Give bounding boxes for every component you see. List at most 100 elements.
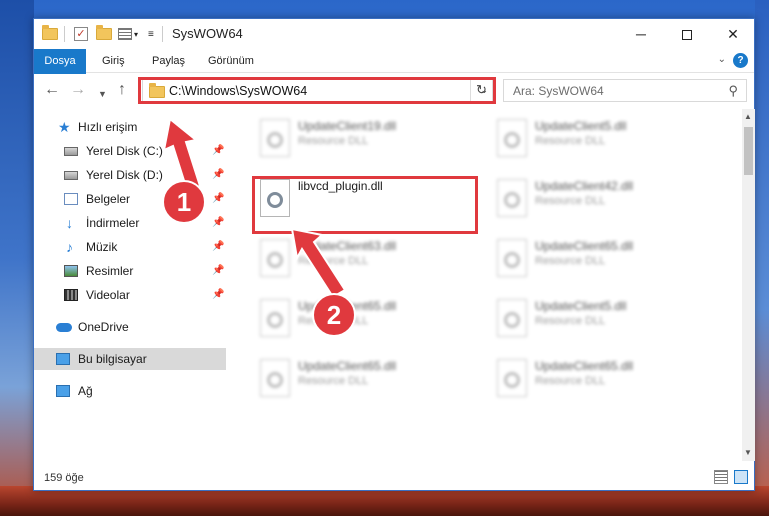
close-button[interactable]: ✕: [710, 19, 756, 49]
file-type: Resource DLL: [535, 135, 606, 147]
star-icon: ★: [58, 119, 71, 135]
scroll-thumb[interactable]: [744, 127, 753, 175]
sidebar-item-this-pc[interactable]: Bu bilgisayar: [34, 348, 226, 370]
file-highlight-box: [252, 176, 478, 234]
file-item[interactable]: UpdateClient65.dll Resource DLL: [250, 355, 470, 405]
new-folder-icon[interactable]: [96, 25, 112, 43]
pin-icon[interactable]: 📌: [212, 140, 224, 162]
scroll-down-icon[interactable]: ▼: [744, 448, 752, 457]
documents-icon: [64, 193, 78, 205]
sidebar-item-label: Yerel Disk (D:): [86, 168, 163, 182]
download-icon: ↓: [66, 215, 73, 231]
dll-file-icon: [497, 119, 527, 157]
sidebar-item-label: Belgeler: [86, 192, 131, 206]
file-name: UpdateClient5.dll: [535, 299, 627, 313]
tab-share[interactable]: Paylaş: [152, 49, 185, 73]
dll-file-icon: [260, 299, 290, 337]
pin-icon[interactable]: 📌: [212, 260, 224, 282]
status-bar: 159 öğe: [34, 466, 754, 490]
sidebar-item-onedrive[interactable]: OneDrive: [34, 316, 226, 338]
file-name: UpdateClient19.dll: [298, 119, 397, 133]
rename-icon[interactable]: [118, 25, 132, 43]
sidebar-item-network[interactable]: Ağ: [34, 380, 226, 402]
sidebar-item-disk-c[interactable]: Yerel Disk (C:) 📌: [34, 140, 226, 162]
forward-button[interactable]: →: [70, 82, 86, 98]
sidebar-item-label: Resimler: [86, 264, 134, 278]
details-view-icon[interactable]: [714, 470, 728, 484]
file-item[interactable]: UpdateClient5.dll Resource DLL: [487, 295, 707, 345]
pin-icon[interactable]: 📌: [212, 188, 224, 210]
sidebar-item-label: Bu bilgisayar: [78, 352, 147, 366]
scroll-up-icon[interactable]: ▲: [744, 112, 752, 121]
customize-qat-icon[interactable]: ▾: [134, 25, 138, 43]
sidebar-item-label: Hızlı erişim: [78, 120, 138, 134]
file-type: Resource DLL: [535, 315, 606, 327]
navigation-pane: ★ Hızlı erişim Yerel Disk (C:) 📌 Yerel D…: [34, 109, 226, 461]
disk-icon: [64, 171, 78, 180]
pin-icon[interactable]: 📌: [212, 284, 224, 306]
title-separator: [162, 25, 163, 43]
title-folder-icon: [42, 25, 58, 43]
help-icon[interactable]: ?: [733, 53, 748, 68]
dll-file-icon: [260, 239, 290, 277]
maximize-button[interactable]: [664, 19, 710, 49]
quick-access-separator: [64, 25, 65, 43]
tab-home[interactable]: Giriş: [102, 49, 125, 73]
sidebar-item-label: İndirmeler: [86, 216, 140, 230]
ribbon-expand-icon[interactable]: ⌄: [718, 54, 726, 65]
window-title: SysWOW64: [172, 26, 243, 41]
file-type: Resource DLL: [298, 135, 369, 147]
maximize-icon: [682, 30, 692, 41]
desktop-background-right: [755, 0, 769, 516]
file-item[interactable]: UpdateClient5.dll Resource DLL: [487, 115, 707, 165]
vertical-scrollbar[interactable]: ▲ ▼: [742, 109, 755, 461]
sidebar-item-disk-d[interactable]: Yerel Disk (D:) 📌: [34, 164, 226, 186]
qat-menu-icon[interactable]: ≡: [148, 25, 154, 43]
desktop-background-left: [0, 0, 34, 516]
minimize-button[interactable]: ─: [618, 19, 664, 49]
file-item[interactable]: UpdateClient65.dll Resource DLL: [487, 235, 707, 285]
sidebar-item-music[interactable]: ♪ Müzik 📌: [34, 236, 226, 258]
sidebar-item-videos[interactable]: Videolar 📌: [34, 284, 226, 306]
file-explorer-window: ✓ ▾ ≡ SysWOW64 ─ ✕ Dosya Giriş Paylaş Gö…: [33, 18, 755, 491]
back-button[interactable]: ←: [44, 82, 60, 98]
recent-locations-button[interactable]: ▼: [98, 86, 107, 102]
item-count: 159 öğe: [44, 472, 84, 484]
file-name: UpdateClient65.dll: [298, 359, 397, 373]
title-bar: ✓ ▾ ≡ SysWOW64 ─ ✕: [34, 19, 754, 49]
sidebar-item-pictures[interactable]: Resimler 📌: [34, 260, 226, 282]
pin-icon[interactable]: 📌: [212, 212, 224, 234]
file-type: Resource DLL: [298, 375, 369, 387]
tiles-view-icon[interactable]: [734, 470, 748, 484]
cloud-icon: [56, 323, 72, 332]
sidebar-item-downloads[interactable]: ↓ İndirmeler 📌: [34, 212, 226, 234]
file-item[interactable]: UpdateClient42.dll Resource DLL: [487, 175, 707, 225]
file-type: Resource DLL: [298, 315, 369, 327]
file-item[interactable]: UpdateClient65.dll Resource DLL: [250, 295, 470, 345]
videos-icon: [64, 289, 78, 301]
dll-file-icon: [497, 299, 527, 337]
file-name: UpdateClient65.dll: [535, 239, 634, 253]
file-type: Resource DLL: [535, 195, 606, 207]
pin-icon[interactable]: 📌: [212, 164, 224, 186]
up-button[interactable]: ↑: [118, 82, 126, 98]
search-placeholder: Ara: SysWOW64: [513, 84, 604, 98]
network-icon: [56, 385, 70, 397]
sidebar-item-documents[interactable]: Belgeler 📌: [34, 188, 226, 210]
sidebar-item-label: Yerel Disk (C:): [86, 144, 163, 158]
dll-file-icon: [497, 359, 527, 397]
file-item[interactable]: UpdateClient63.dll Resource DLL: [250, 235, 470, 285]
properties-check-icon[interactable]: ✓: [74, 25, 88, 43]
file-item[interactable]: UpdateClient19.dll Resource DLL: [250, 115, 470, 165]
file-item[interactable]: UpdateClient65.dll Resource DLL: [487, 355, 707, 405]
file-type: Resource DLL: [298, 255, 369, 267]
search-box[interactable]: Ara: SysWOW64 ⚲: [503, 79, 747, 102]
pin-icon[interactable]: 📌: [212, 236, 224, 258]
search-icon[interactable]: ⚲: [728, 83, 738, 99]
sidebar-item-quick-access[interactable]: ★ Hızlı erişim: [34, 116, 226, 138]
pictures-icon: [64, 265, 78, 277]
music-icon: ♪: [66, 239, 73, 255]
tab-view[interactable]: Görünüm: [208, 49, 254, 73]
file-name: UpdateClient63.dll: [298, 239, 397, 253]
address-highlight-box: [138, 77, 496, 104]
